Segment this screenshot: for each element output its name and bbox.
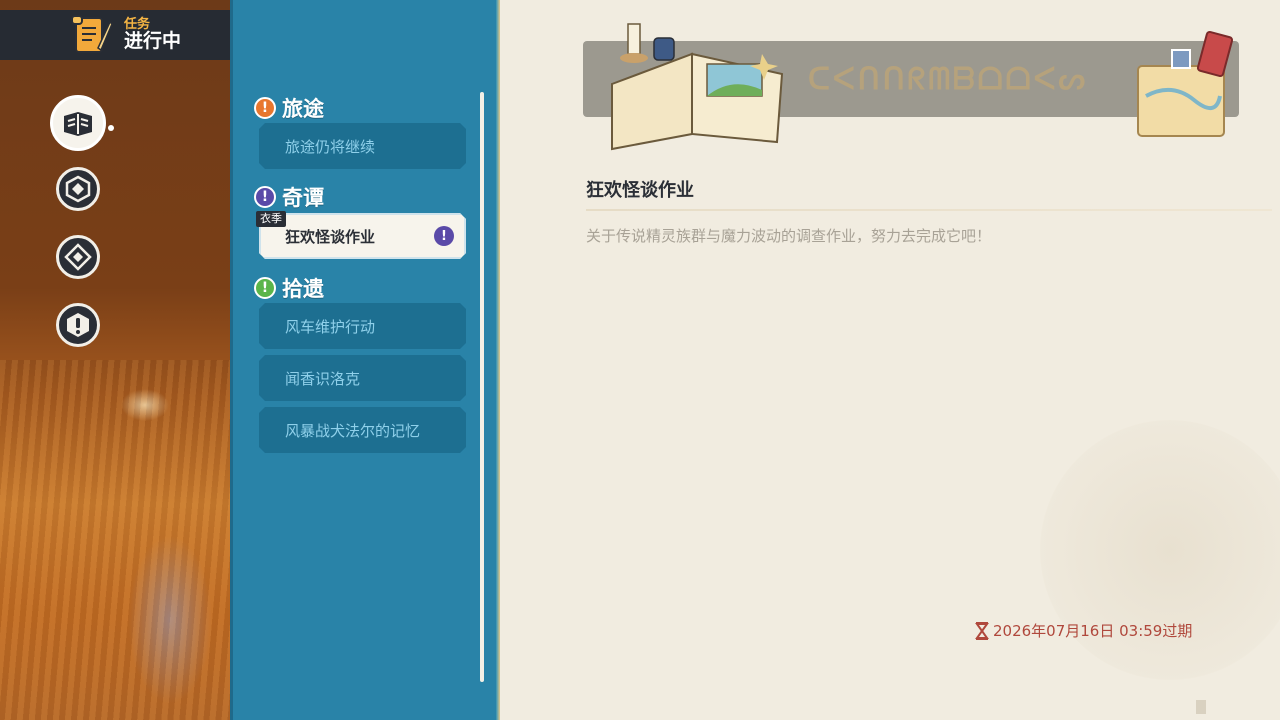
quest-book-icon — [64, 112, 92, 136]
nav-category-3-button[interactable] — [56, 235, 100, 279]
quest-item-label: 闻香识洛克 — [285, 369, 361, 388]
quest-item-label: 狂欢怪谈作业 — [285, 227, 376, 246]
expire-text: 2026年07月16日 03:59过期 — [993, 622, 1193, 640]
header-main-label: 进行中 — [124, 29, 182, 52]
quest-item-journey-continue[interactable]: 旅途仍将继续 — [259, 123, 466, 169]
quest-item-label: 风车维护行动 — [285, 317, 376, 336]
hourglass-icon — [975, 621, 989, 640]
quest-detail-title: 狂欢怪谈作业 — [586, 180, 694, 201]
book-illustration-icon — [611, 23, 784, 151]
hexagon-diamond-icon — [65, 175, 91, 203]
hexagon-diamond-alt-icon — [64, 243, 92, 271]
quest-list-scrollbar[interactable] — [480, 92, 484, 682]
quest-item-carnival-homework[interactable]: 狂欢怪谈作业 ! — [259, 213, 466, 259]
quest-item-label: 旅途仍将继续 — [285, 137, 376, 156]
section-journey-header: ! 旅途 — [254, 93, 324, 123]
nav-category-2-button[interactable] — [56, 167, 100, 211]
title-divider — [586, 209, 1272, 211]
tales-alert-icon: ! — [254, 186, 276, 208]
quest-item-scent-rocco[interactable]: 闻香识洛克 — [259, 355, 466, 401]
corner-decoration — [1196, 700, 1206, 714]
background-scenery — [0, 0, 232, 720]
quest-item-stormdog-memory[interactable]: 风暴战犬法尔的记忆 — [259, 407, 466, 453]
map-illustration-icon — [1137, 30, 1234, 137]
exclamation-icon — [67, 313, 89, 337]
quest-expire-info: 2026年07月16日 03:59过期 — [975, 620, 1192, 641]
banner-rune-text: ᑕᐸᑎᑎᖇᗰᗷᗝᗝᐸᔕ — [808, 62, 1089, 97]
quest-item-label: 风暴战犬法尔的记忆 — [285, 421, 421, 440]
section-gleanings-label: 拾遗 — [282, 277, 324, 301]
journey-alert-icon: ! — [254, 97, 276, 119]
quest-alert-icon: ! — [434, 226, 454, 246]
gleanings-alert-icon: ! — [254, 277, 276, 299]
nav-quest-book-button[interactable] — [50, 95, 106, 151]
active-indicator — [108, 125, 114, 131]
quest-detail-description: 关于传说精灵族群与魔力波动的调查作业，努力去完成它吧！ — [586, 227, 992, 245]
section-tales-label: 奇谭 — [282, 186, 324, 210]
quest-item-windmill-maintenance[interactable]: 风车维护行动 — [259, 303, 466, 349]
season-tag: 衣季 — [256, 211, 286, 227]
section-gleanings-header: ! 拾遗 — [254, 273, 324, 303]
quest-scroll-icon — [71, 15, 113, 53]
section-journey-label: 旅途 — [282, 97, 324, 121]
quest-header: 任务 进行中 — [0, 10, 255, 60]
nav-category-4-button[interactable] — [56, 303, 100, 347]
section-tales-header: ! 奇谭 — [254, 182, 324, 212]
